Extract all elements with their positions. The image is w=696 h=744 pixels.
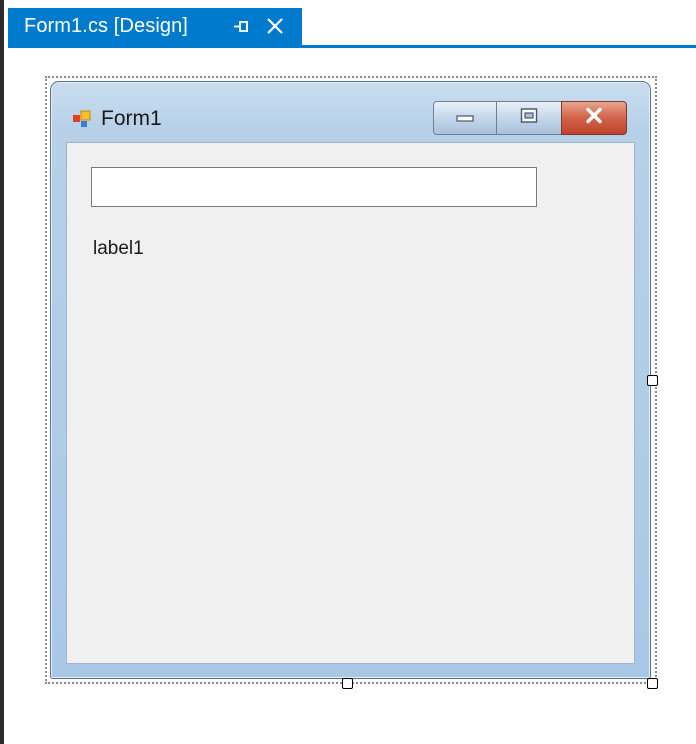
form-client-area[interactable]: label1 <box>66 142 635 664</box>
resize-handle-right[interactable] <box>647 375 658 386</box>
pin-icon[interactable] <box>232 17 252 37</box>
document-tab-strip: Form1.cs [Design] <box>8 0 696 48</box>
resize-handle-corner[interactable] <box>647 678 658 689</box>
resize-handle-bottom[interactable] <box>342 678 353 689</box>
form-title: Form1 <box>101 107 162 130</box>
close-icon[interactable] <box>265 16 285 36</box>
ide-window: Form1.cs [Design] Form1 label1 <box>0 0 696 744</box>
designer-surface[interactable]: Form1 label1 <box>8 48 696 744</box>
minimize-icon <box>456 109 474 127</box>
form-title-bar[interactable]: Form1 <box>51 82 650 142</box>
maximize-icon <box>520 108 538 129</box>
document-tab-title: Form1.cs [Design] <box>24 15 188 37</box>
windows-form-icon <box>73 110 91 128</box>
label1[interactable]: label1 <box>93 238 144 260</box>
design-document-tab[interactable]: Form1.cs [Design] <box>8 8 302 45</box>
text-box[interactable] <box>91 167 537 207</box>
form-window[interactable]: Form1 label1 <box>50 81 651 679</box>
maximize-button[interactable] <box>496 101 562 135</box>
minimize-button[interactable] <box>433 101 497 135</box>
close-icon <box>583 107 605 129</box>
close-button[interactable] <box>561 101 627 135</box>
